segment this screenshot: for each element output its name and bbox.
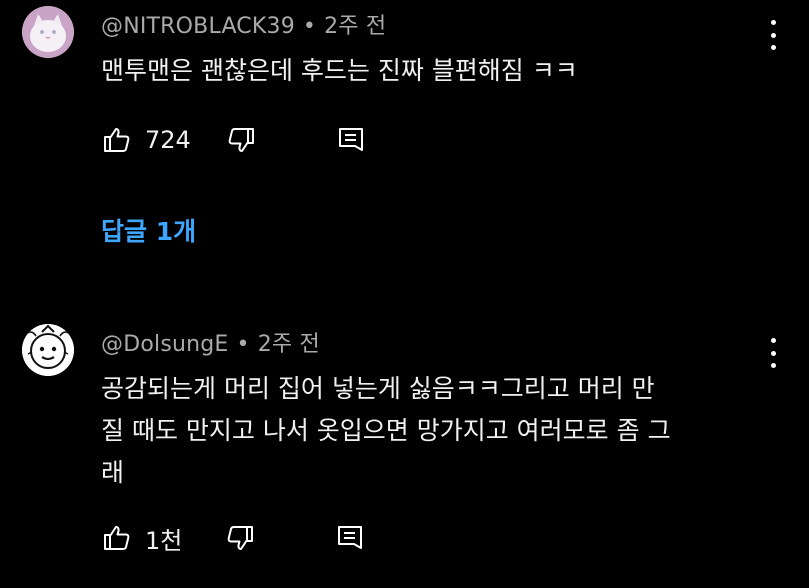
comment-text: 맨투맨은 괜찮은데 후드는 진짜 블편해짐 ㅋㅋ xyxy=(101,56,578,85)
comment: @DolsungE • 2주 전 공감되는게 머리 집어 넣는게 싫음ㅋㅋ그리고 머… xyxy=(0,318,809,588)
reply-icon[interactable] xyxy=(334,522,366,554)
comment-text-line: 래 xyxy=(101,458,125,487)
comment: @NITROBLACK39 • 2주 전 맨투맨은 괜찮은데 후드는 진짜 블편해짐… xyxy=(0,0,809,290)
more-options-icon[interactable] xyxy=(769,20,777,50)
avatar-cat-image xyxy=(22,6,74,58)
comment-text-line: 질 때도 만지고 나서 옷입으면 망가지고 여러모로 좀 그 xyxy=(101,416,671,445)
like-icon[interactable] xyxy=(101,124,133,156)
comment-time[interactable]: 2주 전 xyxy=(258,332,320,357)
comment-actions: 1천 xyxy=(101,518,366,558)
like-count: 1천 xyxy=(145,526,183,555)
reply-icon[interactable] xyxy=(335,124,367,156)
comment-meta: @DolsungE • 2주 전 xyxy=(101,326,320,358)
dislike-icon[interactable] xyxy=(224,522,256,554)
avatar[interactable] xyxy=(22,6,74,58)
like-icon[interactable] xyxy=(101,522,133,554)
meta-separator: • xyxy=(302,14,317,39)
comment-text-line: 공감되는게 머리 집어 넣는게 싫음ㅋㅋ그리고 머리 만 xyxy=(101,374,655,403)
dislike-icon[interactable] xyxy=(225,124,257,156)
author-name[interactable]: @DolsungE xyxy=(101,332,229,357)
meta-separator: • xyxy=(236,332,250,357)
comment-time[interactable]: 2주 전 xyxy=(324,14,386,39)
more-options-icon[interactable] xyxy=(769,338,777,368)
avatar[interactable] xyxy=(22,324,74,376)
comment-meta: @NITROBLACK39 • 2주 전 xyxy=(101,8,386,40)
like-count: 724 xyxy=(145,126,191,154)
view-replies-link[interactable]: 답글 1개 xyxy=(101,212,196,248)
comment-text: 공감되는게 머리 집어 넣는게 싫음ㅋㅋ그리고 머리 만 질 때도 만지고 나서… xyxy=(101,368,781,494)
avatar-cartoon-image xyxy=(22,324,74,376)
comment-actions: 724 xyxy=(101,120,367,160)
author-name[interactable]: @NITROBLACK39 xyxy=(101,14,295,39)
